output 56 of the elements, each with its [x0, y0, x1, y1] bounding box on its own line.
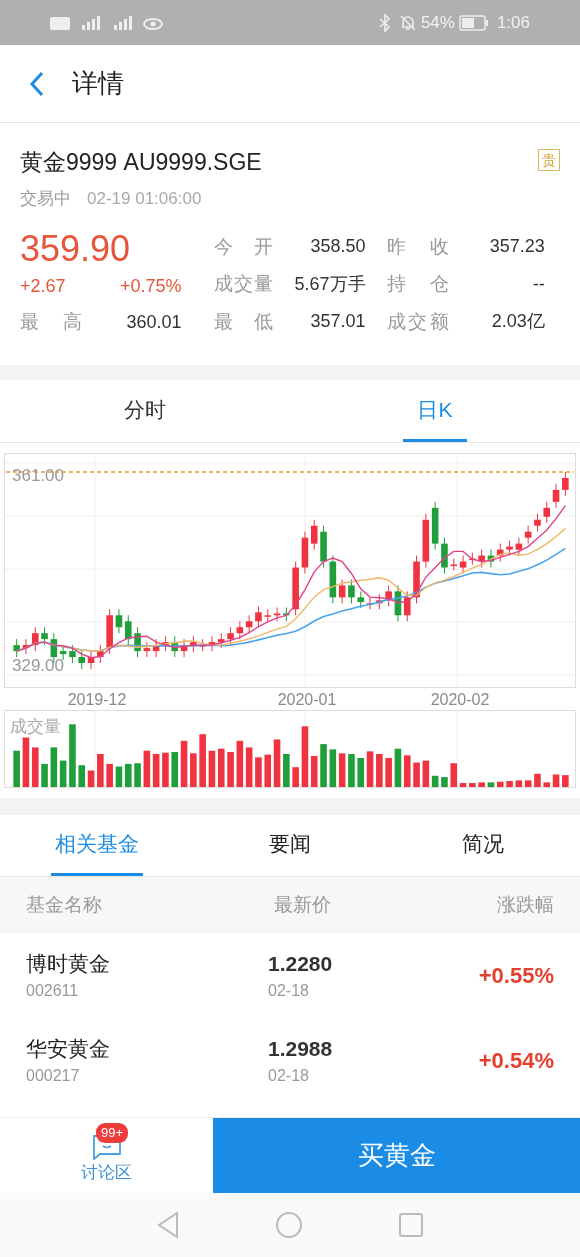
trading-status: 交易中 [20, 187, 71, 210]
date-axis-label: 2020-02 [430, 690, 490, 710]
recents-nav-icon[interactable] [398, 1212, 424, 1238]
chart-tab[interactable]: 分时 [110, 380, 180, 442]
date-axis-label: 2019-12 [67, 690, 127, 710]
fund-name: 博时黄金 [26, 950, 111, 977]
stat-value: 357.01 [309, 310, 366, 334]
home-nav-icon[interactable] [275, 1211, 303, 1239]
timestamp: 02-19 01:06:00 [87, 187, 202, 210]
stat-value: 357.23 [488, 235, 545, 259]
column-header: 涨跌幅 [497, 892, 554, 917]
stat-value: 2.03亿 [490, 310, 545, 334]
instrument-name: 黄金9999 AU9999.SGE [20, 148, 262, 177]
category-tag: 贵 [538, 149, 560, 171]
notification-badge: 99+ [96, 1123, 129, 1143]
fund-price: 1.2988 [268, 1035, 334, 1062]
fund-code: 000217 [26, 1066, 81, 1087]
page-title: 详情 [72, 67, 124, 100]
stat-label: 持 仓 [386, 272, 449, 296]
buy-button[interactable]: 买黄金 [213, 1118, 580, 1193]
stat-value: -- [531, 272, 545, 296]
fund-name: 华安黄金 [26, 1035, 111, 1062]
mute-bell-icon [398, 13, 417, 32]
fund-change: +0.55% [478, 962, 554, 990]
column-header: 最新价 [274, 892, 332, 917]
fund-date: 02-18 [268, 1066, 310, 1087]
price-change: +2.67 [20, 275, 66, 298]
battery-percent: 54% [420, 11, 455, 34]
fund-code: 002611 [26, 981, 80, 1002]
stat-value: 5.67万手 [293, 272, 366, 296]
clock: 1:06 [496, 11, 530, 34]
info-tab[interactable]: 简况 [458, 815, 509, 876]
stat-label: 今 开 [213, 234, 274, 259]
stat-value: 358.50 [309, 235, 366, 259]
percent-change: +0.75% [120, 275, 182, 298]
volume-label: 成交量 [10, 716, 61, 738]
fund-date: 02-18 [268, 981, 310, 1002]
battery-icon [458, 14, 489, 31]
stat-label: 昨 收 [386, 234, 449, 259]
stat-value: 360.01 [125, 310, 182, 334]
date-axis-label: 2020-01 [277, 690, 337, 710]
last-price: 359.90 [20, 227, 132, 271]
back-chevron-icon [29, 70, 45, 97]
info-tab[interactable]: 要闻 [265, 815, 315, 876]
axis-min-label: 329.00 [12, 655, 64, 677]
fund-change: +0.54% [478, 1047, 554, 1075]
stat-label: 最 高 [20, 310, 82, 334]
stat-label: 成交量 [213, 272, 274, 296]
axis-max-label: 361.00 [12, 465, 64, 487]
stat-label: 最 低 [213, 309, 274, 334]
fund-price: 1.2280 [268, 950, 334, 977]
column-header: 基金名称 [26, 892, 103, 917]
discussion-button[interactable]: 讨论区 99+ [0, 1118, 213, 1193]
bluetooth-icon [378, 13, 391, 32]
stat-label: 成交额 [386, 309, 449, 334]
back-nav-icon[interactable] [156, 1211, 180, 1239]
